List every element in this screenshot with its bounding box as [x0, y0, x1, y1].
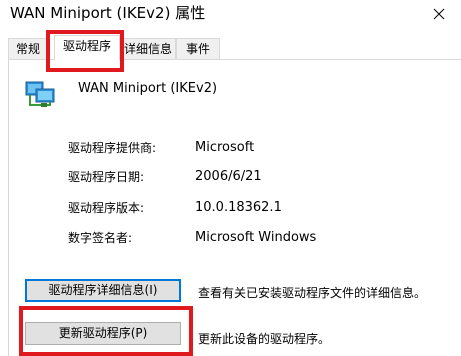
provider-label: 驱动程序提供商:: [68, 141, 157, 155]
device-name: WAN Miniport (IKEv2): [78, 81, 218, 96]
tab-details[interactable]: 详细信息: [120, 38, 176, 59]
window-title: WAN Miniport (IKEv2) 属性: [10, 4, 206, 22]
tab-driver-label: 驱动程序: [62, 39, 111, 53]
tab-events[interactable]: 事件: [176, 38, 220, 59]
update-driver-description: 更新此设备的驱动程序。: [198, 332, 331, 346]
tab-general[interactable]: 常规: [8, 38, 48, 59]
update-driver-button-label: 更新驱动程序(P): [58, 326, 148, 340]
properties-window: WAN Miniport (IKEv2) 属性 常规 驱动程序 详细信息 事件: [0, 0, 461, 356]
tab-driver[interactable]: 驱动程序: [54, 35, 120, 60]
date-value: 2006/6/21: [195, 169, 262, 184]
tab-events-label: 事件: [185, 42, 210, 56]
update-driver-button[interactable]: 更新驱动程序(P): [25, 322, 181, 345]
close-icon: [433, 8, 445, 20]
tab-general-label: 常规: [15, 42, 40, 56]
version-value: 10.0.18362.1: [195, 200, 282, 215]
tab-bar: 常规 驱动程序 详细信息 事件: [0, 32, 461, 60]
network-adapter-icon: [25, 81, 55, 107]
version-label: 驱动程序版本:: [68, 201, 145, 215]
tab-details-label: 详细信息: [123, 42, 172, 56]
driver-details-description: 查看有关已安装驱动程序文件的详细信息。: [198, 286, 427, 300]
close-button[interactable]: [417, 0, 461, 28]
title-bar: WAN Miniport (IKEv2) 属性: [0, 0, 461, 32]
driver-details-button-label: 驱动程序详细信息(I): [48, 283, 158, 297]
driver-details-button[interactable]: 驱动程序详细信息(I): [25, 279, 181, 302]
signer-value: Microsoft Windows: [195, 230, 317, 245]
provider-value: Microsoft: [195, 140, 255, 155]
date-label: 驱动程序日期:: [68, 170, 145, 184]
signer-label: 数字签名者:: [68, 231, 133, 245]
